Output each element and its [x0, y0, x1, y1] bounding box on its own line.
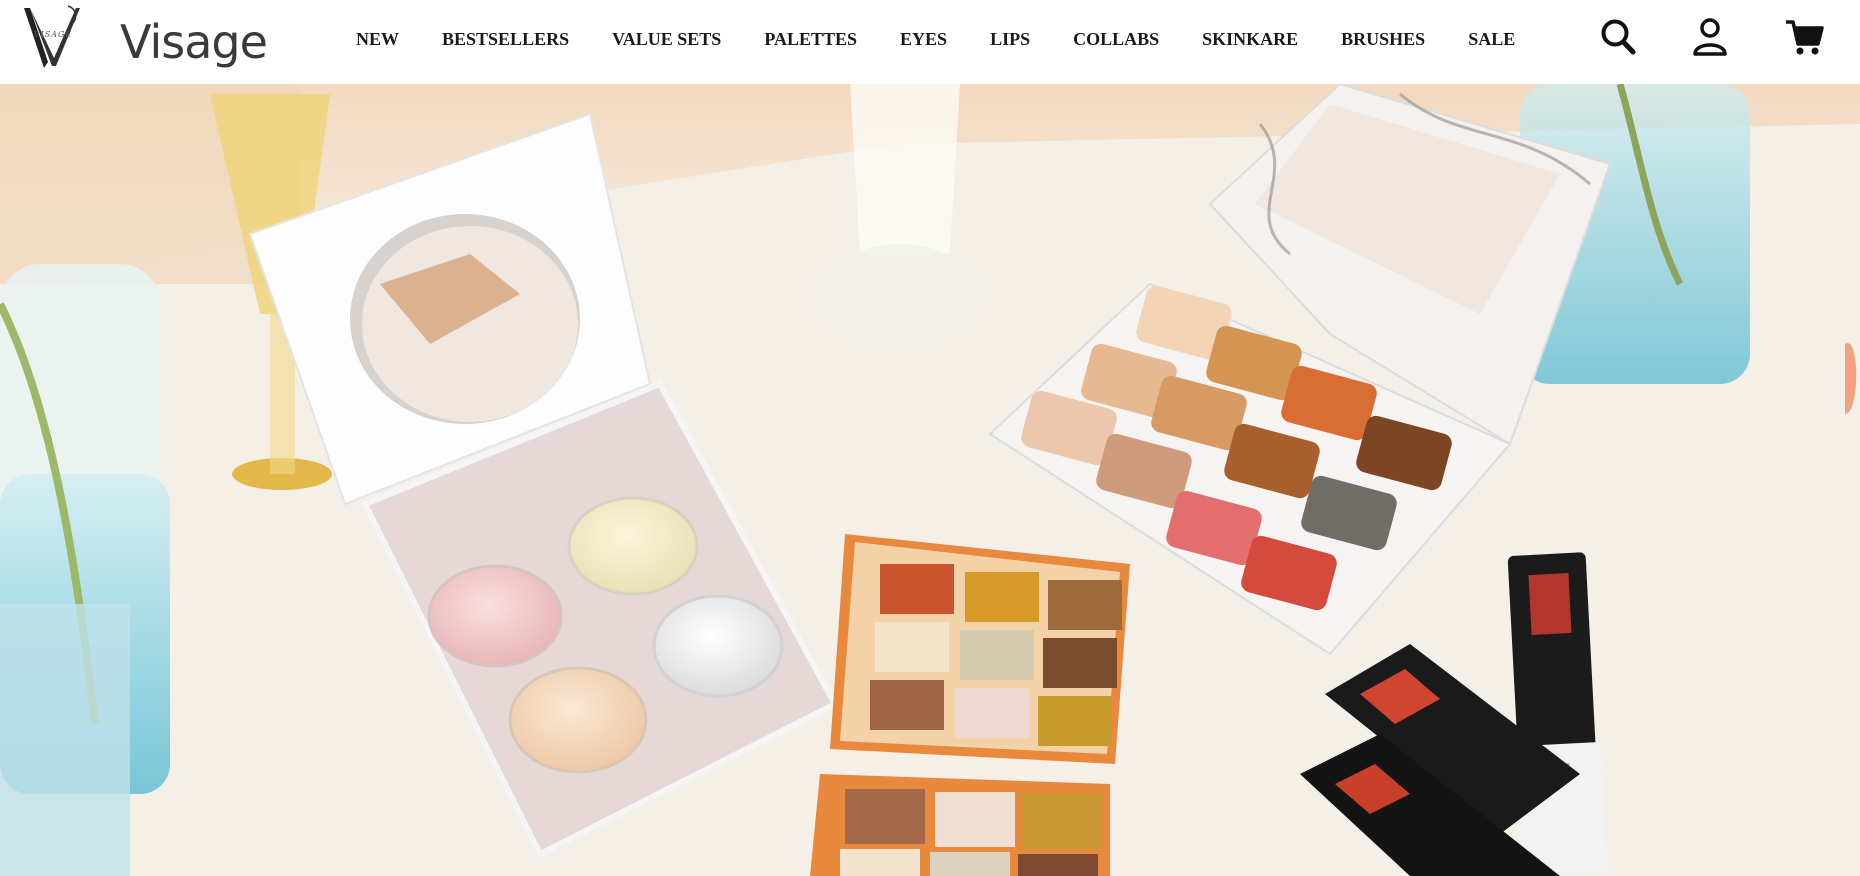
site-header: VISAGE Visage NEW BESTSELLERS VALUE SETS…: [0, 0, 1860, 84]
nav-item-value-sets[interactable]: VALUE SETS: [612, 29, 721, 50]
nav-item-brushes[interactable]: BRUSHES: [1341, 29, 1425, 50]
logo-small-text: VISAGE: [34, 30, 72, 39]
account-button[interactable]: [1690, 16, 1730, 58]
nav-item-skinkare[interactable]: SKINKARE: [1202, 29, 1298, 50]
nav-item-eyes[interactable]: EYES: [900, 29, 947, 50]
search-icon: [1601, 19, 1636, 55]
brand-name[interactable]: Visage: [120, 12, 268, 72]
orange-compact-palette: [810, 534, 1130, 876]
v-logo-icon: VISAGE: [24, 5, 80, 68]
nav-item-palettes[interactable]: PALETTES: [764, 29, 857, 50]
nav-item-collabs[interactable]: COLLABS: [1073, 29, 1159, 50]
nav-item-sale[interactable]: SALE: [1468, 29, 1515, 50]
cart-icon: [1786, 20, 1824, 55]
nav-item-bestsellers[interactable]: BESTSELLERS: [442, 29, 569, 50]
account-icon: [1693, 18, 1727, 56]
nav-item-new[interactable]: NEW: [356, 29, 399, 50]
search-button[interactable]: [1598, 16, 1638, 58]
main-nav: NEW BESTSELLERS VALUE SETS PALETTES EYES…: [356, 0, 1515, 78]
hero-banner[interactable]: Y: [0, 84, 1860, 876]
nav-item-lips[interactable]: LIPS: [990, 29, 1030, 50]
hero-makeup-image: Y: [0, 84, 1860, 876]
brand-logo-mark[interactable]: VISAGE: [22, 4, 84, 70]
cart-button[interactable]: [1784, 16, 1824, 58]
